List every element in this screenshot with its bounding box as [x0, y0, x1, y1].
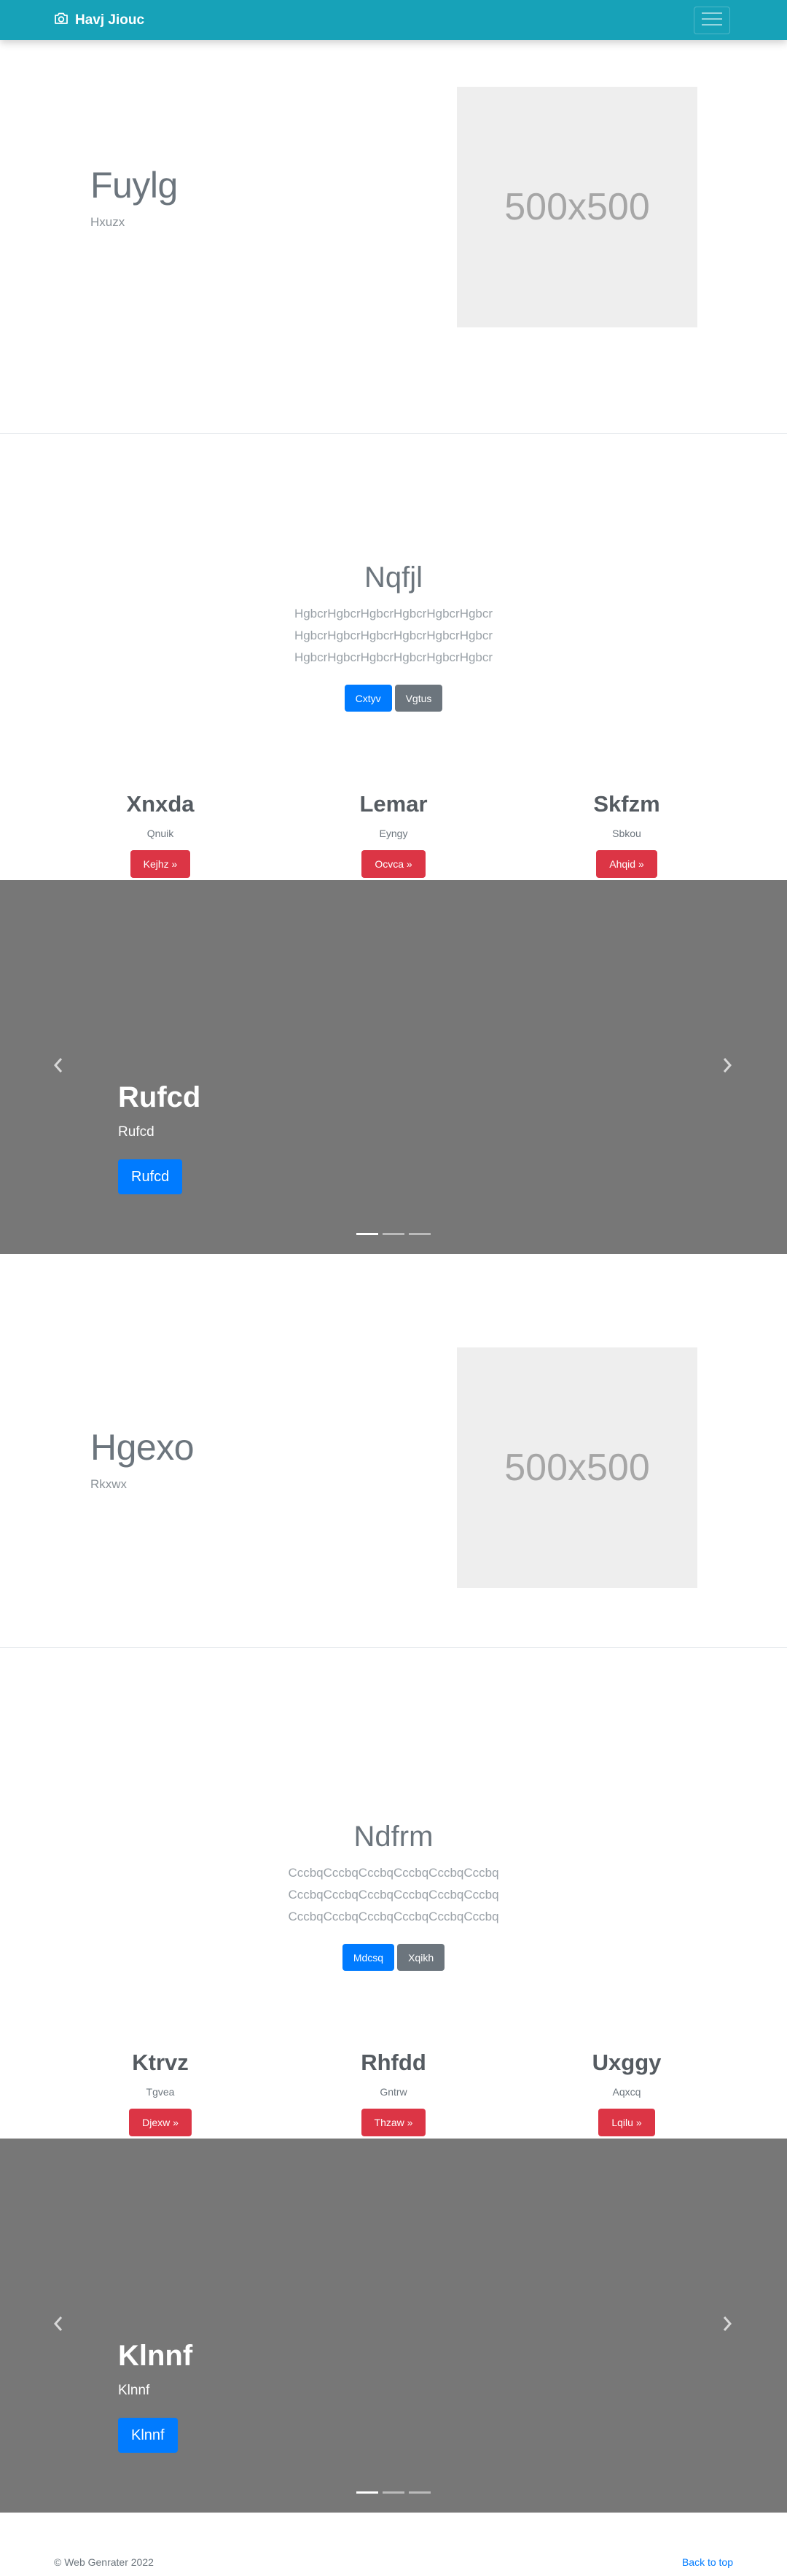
carousel-indicator[interactable]: [409, 2491, 431, 2494]
carousel-indicator[interactable]: [356, 1233, 378, 1235]
carousel-title: Rufcd: [118, 1081, 201, 1113]
column-subtitle: Eyngy: [379, 828, 408, 839]
carousel-button[interactable]: Klnnf: [118, 2418, 178, 2453]
jumbotron-primary-button[interactable]: Cxtyv: [344, 685, 392, 712]
footer: © Web Genrater 2022 Back to top: [0, 2513, 787, 2576]
back-to-top-link[interactable]: Back to top: [682, 2556, 733, 2568]
jumbotron-text: CccbqCccbqCccbqCccbqCccbqCccbq CccbqCccb…: [0, 1862, 787, 1928]
placeholder-image: 500x500: [457, 87, 697, 327]
jumbotron-secondary-button[interactable]: Xqikh: [397, 1944, 445, 1971]
placeholder-image: 500x500: [457, 1347, 697, 1588]
carousel-indicators: [0, 1233, 787, 1235]
carousel-caption: Klnnf Klnnf Klnnf: [118, 2340, 192, 2453]
column-button[interactable]: Thzaw »: [361, 2109, 426, 2136]
carousel-title: Klnnf: [118, 2340, 193, 2372]
feature-subtitle: Hxuzx: [90, 215, 125, 229]
jumbotron-text-line: HgbcrHgbcrHgbcrHgbcrHgbcrHgbcr: [294, 650, 493, 664]
navbar: Havj Jiouc: [0, 0, 787, 40]
image-label: 500x500: [504, 186, 650, 228]
column-card: Ktrvz Tgvea Djexw »: [51, 2050, 270, 2136]
image-label: 500x500: [504, 1447, 650, 1489]
column-title: Xnxda: [126, 791, 195, 817]
carousel-text: Rufcd: [118, 1124, 154, 1140]
carousel-indicator[interactable]: [383, 1233, 404, 1235]
column-title: Lemar: [359, 791, 428, 817]
column-card: Uxggy Aqxcq Lqilu »: [517, 2050, 736, 2136]
carousel-prev-button[interactable]: [44, 880, 73, 1254]
column-subtitle: Aqxcq: [612, 2086, 641, 2098]
columns-section-2: Ktrvz Tgvea Djexw » Rhfdd Gntrw Thzaw » …: [0, 2050, 787, 2152]
brand-link[interactable]: Havj Jiouc: [54, 0, 144, 40]
carousel-1: Rufcd Rufcd Rufcd: [0, 880, 787, 1254]
carousel-text: Klnnf: [118, 2383, 150, 2398]
carousel-next-button[interactable]: [713, 880, 742, 1254]
column-button[interactable]: Djexw »: [129, 2109, 192, 2136]
chevron-left-icon: [53, 1057, 63, 1077]
camera-icon: [54, 12, 68, 29]
column-title: Ktrvz: [132, 2050, 189, 2075]
column-card: Skfzm Sbkou Ahqid »: [517, 791, 736, 878]
jumbotron-text-line: CccbqCccbqCccbqCccbqCccbqCccbq: [288, 1910, 499, 1923]
jumbotron-buttons: Cxtyv Vgtus: [0, 685, 787, 712]
carousel-caption: Rufcd Rufcd Rufcd: [118, 1081, 200, 1194]
jumbotron-text-line: CccbqCccbqCccbqCccbqCccbqCccbq: [288, 1866, 499, 1880]
column-title: Uxggy: [592, 2050, 662, 2075]
carousel-next-button[interactable]: [713, 2139, 742, 2513]
column-card: Lemar Eyngy Ocvca »: [284, 791, 503, 878]
chevron-left-icon: [53, 2316, 63, 2335]
column-subtitle: Gntrw: [380, 2086, 407, 2098]
carousel-indicator[interactable]: [409, 1233, 431, 1235]
carousel-indicators: [0, 2491, 787, 2494]
column-title: Rhfdd: [361, 2050, 426, 2075]
jumbotron-2: Ndfrm CccbqCccbqCccbqCccbqCccbqCccbq Ccc…: [0, 1821, 787, 1971]
jumbotron-primary-button[interactable]: Mdcsq: [342, 1944, 395, 1971]
feature-title: Fuylg: [90, 165, 178, 206]
jumbotron-text: HgbcrHgbcrHgbcrHgbcrHgbcrHgbcr HgbcrHgbc…: [0, 603, 787, 669]
chevron-right-icon: [722, 1057, 732, 1077]
jumbotron-secondary-button[interactable]: Vgtus: [394, 685, 443, 712]
jumbotron-title: Nqfjl: [364, 561, 423, 594]
jumbotron-text-line: CccbqCccbqCccbqCccbqCccbqCccbq: [288, 1888, 499, 1902]
jumbotron-text-line: HgbcrHgbcrHgbcrHgbcrHgbcrHgbcr: [294, 607, 493, 620]
column-button[interactable]: Kejhz »: [130, 850, 191, 878]
column-button[interactable]: Ahqid »: [596, 850, 657, 878]
carousel-indicator[interactable]: [356, 2491, 378, 2494]
jumbotron-buttons: Mdcsq Xqikh: [0, 1944, 787, 1971]
column-card: Rhfdd Gntrw Thzaw »: [284, 2050, 503, 2136]
feature-title: Hgexo: [90, 1427, 195, 1468]
jumbotron-text-line: HgbcrHgbcrHgbcrHgbcrHgbcrHgbcr: [294, 629, 493, 642]
feature-subtitle: Rkxwx: [90, 1477, 128, 1491]
columns-section-1: Xnxda Qnuik Kejhz » Lemar Eyngy Ocvca » …: [0, 791, 787, 893]
column-button[interactable]: Ocvca »: [361, 850, 426, 878]
carousel-indicator[interactable]: [383, 2491, 404, 2494]
jumbotron-1: Nqfjl HgbcrHgbcrHgbcrHgbcrHgbcrHgbcr Hgb…: [0, 561, 787, 712]
column-subtitle: Tgvea: [146, 2086, 175, 2098]
feature-section-1: Fuylg Hxuzx 500x500: [0, 40, 787, 434]
chevron-right-icon: [722, 2316, 732, 2335]
carousel-prev-button[interactable]: [44, 2139, 73, 2513]
menu-toggle-button[interactable]: [694, 7, 730, 34]
carousel-button[interactable]: Rufcd: [118, 1159, 183, 1194]
copyright-text: © Web Genrater 2022: [54, 2556, 154, 2568]
column-subtitle: Qnuik: [146, 828, 174, 839]
brand-name: Havj Jiouc: [75, 12, 145, 28]
menu-icon: [702, 12, 722, 30]
carousel-2: Klnnf Klnnf Klnnf: [0, 2139, 787, 2513]
column-button[interactable]: Lqilu »: [598, 2109, 655, 2136]
jumbotron-title: Ndfrm: [353, 1821, 434, 1853]
column-title: Skfzm: [593, 791, 660, 817]
column-card: Xnxda Qnuik Kejhz »: [51, 791, 270, 878]
feature-section-2: Hgexo Rkxwx 500x500: [0, 1254, 787, 1648]
column-subtitle: Sbkou: [612, 828, 641, 839]
